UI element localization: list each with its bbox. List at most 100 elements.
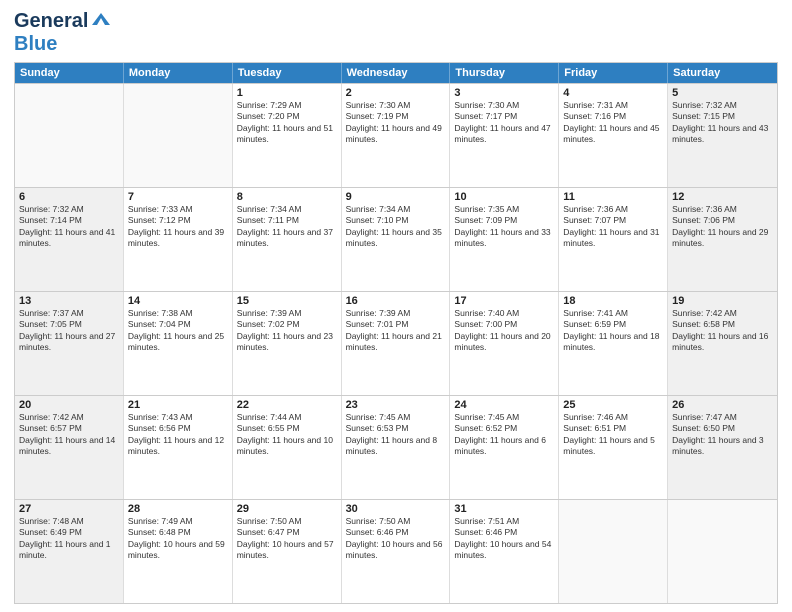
calendar-cell <box>668 500 777 603</box>
day-info: Sunrise: 7:29 AM Sunset: 7:20 PM Dayligh… <box>237 100 337 146</box>
day-number: 3 <box>454 87 554 99</box>
day-number: 4 <box>563 87 663 99</box>
calendar-cell: 13Sunrise: 7:37 AM Sunset: 7:05 PM Dayli… <box>15 292 124 395</box>
calendar-cell: 20Sunrise: 7:42 AM Sunset: 6:57 PM Dayli… <box>15 396 124 499</box>
day-number: 18 <box>563 295 663 307</box>
calendar-cell: 23Sunrise: 7:45 AM Sunset: 6:53 PM Dayli… <box>342 396 451 499</box>
day-info: Sunrise: 7:36 AM Sunset: 7:07 PM Dayligh… <box>563 204 663 250</box>
logo: General Blue <box>14 10 110 56</box>
day-number: 15 <box>237 295 337 307</box>
day-number: 23 <box>346 399 446 411</box>
day-info: Sunrise: 7:39 AM Sunset: 7:02 PM Dayligh… <box>237 308 337 354</box>
day-number: 21 <box>128 399 228 411</box>
day-number: 19 <box>672 295 773 307</box>
day-number: 17 <box>454 295 554 307</box>
day-number: 2 <box>346 87 446 99</box>
day-number: 20 <box>19 399 119 411</box>
weekday-header: Friday <box>559 63 668 83</box>
weekday-header: Thursday <box>450 63 559 83</box>
day-number: 9 <box>346 191 446 203</box>
calendar-cell: 9Sunrise: 7:34 AM Sunset: 7:10 PM Daylig… <box>342 188 451 291</box>
day-number: 5 <box>672 87 773 99</box>
calendar-cell: 4Sunrise: 7:31 AM Sunset: 7:16 PM Daylig… <box>559 84 668 187</box>
calendar-week: 6Sunrise: 7:32 AM Sunset: 7:14 PM Daylig… <box>15 187 777 291</box>
day-number: 24 <box>454 399 554 411</box>
calendar-cell: 6Sunrise: 7:32 AM Sunset: 7:14 PM Daylig… <box>15 188 124 291</box>
day-number: 8 <box>237 191 337 203</box>
day-number: 31 <box>454 503 554 515</box>
calendar-cell <box>15 84 124 187</box>
calendar-cell: 19Sunrise: 7:42 AM Sunset: 6:58 PM Dayli… <box>668 292 777 395</box>
calendar-cell: 30Sunrise: 7:50 AM Sunset: 6:46 PM Dayli… <box>342 500 451 603</box>
calendar-cell: 27Sunrise: 7:48 AM Sunset: 6:49 PM Dayli… <box>15 500 124 603</box>
calendar-week: 20Sunrise: 7:42 AM Sunset: 6:57 PM Dayli… <box>15 395 777 499</box>
day-number: 28 <box>128 503 228 515</box>
calendar-cell: 11Sunrise: 7:36 AM Sunset: 7:07 PM Dayli… <box>559 188 668 291</box>
logo-icon <box>92 11 110 29</box>
day-info: Sunrise: 7:34 AM Sunset: 7:10 PM Dayligh… <box>346 204 446 250</box>
day-number: 26 <box>672 399 773 411</box>
day-info: Sunrise: 7:32 AM Sunset: 7:14 PM Dayligh… <box>19 204 119 250</box>
calendar-cell: 10Sunrise: 7:35 AM Sunset: 7:09 PM Dayli… <box>450 188 559 291</box>
day-info: Sunrise: 7:45 AM Sunset: 6:53 PM Dayligh… <box>346 412 446 458</box>
day-number: 25 <box>563 399 663 411</box>
logo-general: General <box>14 10 88 33</box>
weekday-header: Tuesday <box>233 63 342 83</box>
calendar-cell: 15Sunrise: 7:39 AM Sunset: 7:02 PM Dayli… <box>233 292 342 395</box>
day-info: Sunrise: 7:39 AM Sunset: 7:01 PM Dayligh… <box>346 308 446 354</box>
calendar-cell: 24Sunrise: 7:45 AM Sunset: 6:52 PM Dayli… <box>450 396 559 499</box>
day-info: Sunrise: 7:51 AM Sunset: 6:46 PM Dayligh… <box>454 516 554 562</box>
day-number: 29 <box>237 503 337 515</box>
calendar-body: 1Sunrise: 7:29 AM Sunset: 7:20 PM Daylig… <box>15 83 777 603</box>
calendar-cell: 3Sunrise: 7:30 AM Sunset: 7:17 PM Daylig… <box>450 84 559 187</box>
calendar-cell: 29Sunrise: 7:50 AM Sunset: 6:47 PM Dayli… <box>233 500 342 603</box>
day-number: 1 <box>237 87 337 99</box>
calendar-cell: 28Sunrise: 7:49 AM Sunset: 6:48 PM Dayli… <box>124 500 233 603</box>
day-info: Sunrise: 7:42 AM Sunset: 6:58 PM Dayligh… <box>672 308 773 354</box>
weekday-header: Monday <box>124 63 233 83</box>
day-info: Sunrise: 7:36 AM Sunset: 7:06 PM Dayligh… <box>672 204 773 250</box>
calendar-cell: 16Sunrise: 7:39 AM Sunset: 7:01 PM Dayli… <box>342 292 451 395</box>
calendar-week: 13Sunrise: 7:37 AM Sunset: 7:05 PM Dayli… <box>15 291 777 395</box>
calendar-cell: 2Sunrise: 7:30 AM Sunset: 7:19 PM Daylig… <box>342 84 451 187</box>
day-number: 27 <box>19 503 119 515</box>
calendar-cell: 22Sunrise: 7:44 AM Sunset: 6:55 PM Dayli… <box>233 396 342 499</box>
calendar-cell: 31Sunrise: 7:51 AM Sunset: 6:46 PM Dayli… <box>450 500 559 603</box>
weekday-header: Saturday <box>668 63 777 83</box>
weekday-header: Sunday <box>15 63 124 83</box>
day-number: 22 <box>237 399 337 411</box>
day-number: 14 <box>128 295 228 307</box>
calendar-week: 27Sunrise: 7:48 AM Sunset: 6:49 PM Dayli… <box>15 499 777 603</box>
calendar-cell: 21Sunrise: 7:43 AM Sunset: 6:56 PM Dayli… <box>124 396 233 499</box>
calendar-cell: 14Sunrise: 7:38 AM Sunset: 7:04 PM Dayli… <box>124 292 233 395</box>
day-info: Sunrise: 7:40 AM Sunset: 7:00 PM Dayligh… <box>454 308 554 354</box>
day-info: Sunrise: 7:46 AM Sunset: 6:51 PM Dayligh… <box>563 412 663 458</box>
day-info: Sunrise: 7:47 AM Sunset: 6:50 PM Dayligh… <box>672 412 773 458</box>
calendar-header: SundayMondayTuesdayWednesdayThursdayFrid… <box>15 63 777 83</box>
calendar-cell: 17Sunrise: 7:40 AM Sunset: 7:00 PM Dayli… <box>450 292 559 395</box>
day-info: Sunrise: 7:32 AM Sunset: 7:15 PM Dayligh… <box>672 100 773 146</box>
day-number: 6 <box>19 191 119 203</box>
day-info: Sunrise: 7:41 AM Sunset: 6:59 PM Dayligh… <box>563 308 663 354</box>
day-info: Sunrise: 7:38 AM Sunset: 7:04 PM Dayligh… <box>128 308 228 354</box>
day-info: Sunrise: 7:50 AM Sunset: 6:46 PM Dayligh… <box>346 516 446 562</box>
calendar-cell: 25Sunrise: 7:46 AM Sunset: 6:51 PM Dayli… <box>559 396 668 499</box>
calendar-cell <box>124 84 233 187</box>
logo-blue: Blue <box>14 33 57 55</box>
calendar: SundayMondayTuesdayWednesdayThursdayFrid… <box>14 62 778 604</box>
day-info: Sunrise: 7:49 AM Sunset: 6:48 PM Dayligh… <box>128 516 228 562</box>
day-info: Sunrise: 7:30 AM Sunset: 7:19 PM Dayligh… <box>346 100 446 146</box>
calendar-week: 1Sunrise: 7:29 AM Sunset: 7:20 PM Daylig… <box>15 83 777 187</box>
calendar-cell <box>559 500 668 603</box>
header: General Blue <box>14 10 778 56</box>
day-info: Sunrise: 7:44 AM Sunset: 6:55 PM Dayligh… <box>237 412 337 458</box>
day-info: Sunrise: 7:31 AM Sunset: 7:16 PM Dayligh… <box>563 100 663 146</box>
day-number: 10 <box>454 191 554 203</box>
day-info: Sunrise: 7:50 AM Sunset: 6:47 PM Dayligh… <box>237 516 337 562</box>
day-number: 30 <box>346 503 446 515</box>
calendar-cell: 18Sunrise: 7:41 AM Sunset: 6:59 PM Dayli… <box>559 292 668 395</box>
calendar-cell: 7Sunrise: 7:33 AM Sunset: 7:12 PM Daylig… <box>124 188 233 291</box>
day-number: 13 <box>19 295 119 307</box>
day-number: 16 <box>346 295 446 307</box>
day-info: Sunrise: 7:37 AM Sunset: 7:05 PM Dayligh… <box>19 308 119 354</box>
